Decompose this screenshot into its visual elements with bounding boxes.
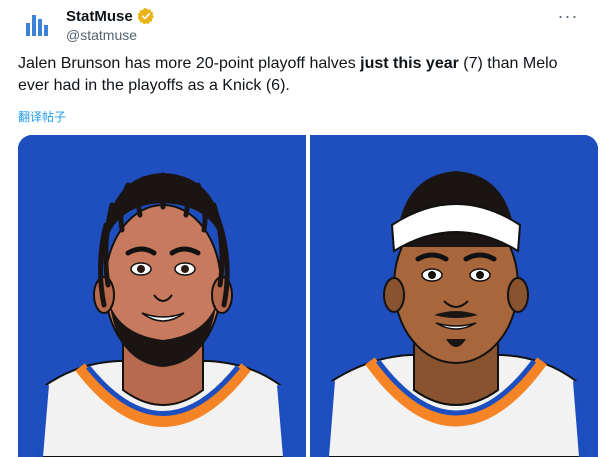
tweet-text-part1: Jalen Brunson has more 20-point playoff … — [18, 55, 361, 72]
media-image-right[interactable] — [310, 135, 598, 457]
display-name[interactable]: StatMuse — [66, 8, 133, 25]
jalen-brunson-illustration — [18, 135, 306, 457]
more-options-icon[interactable]: ··· — [556, 4, 580, 28]
media-container[interactable] — [18, 135, 598, 457]
tweet-text-bold: just this year — [360, 55, 459, 72]
verified-badge-icon — [137, 8, 154, 25]
handle[interactable]: @statmuse — [66, 27, 137, 43]
translate-post-link[interactable]: 翻译帖子 — [18, 108, 66, 125]
tweet-text: Jalen Brunson has more 20-point playoff … — [18, 53, 590, 97]
avatar[interactable] — [18, 6, 58, 46]
name-row: StatMuse — [66, 6, 155, 26]
statmuse-logo-icon — [26, 15, 48, 36]
carmelo-anthony-illustration — [310, 135, 598, 457]
media-image-left[interactable] — [18, 135, 306, 457]
tweet-header: StatMuse @statmuse ··· — [18, 6, 588, 50]
